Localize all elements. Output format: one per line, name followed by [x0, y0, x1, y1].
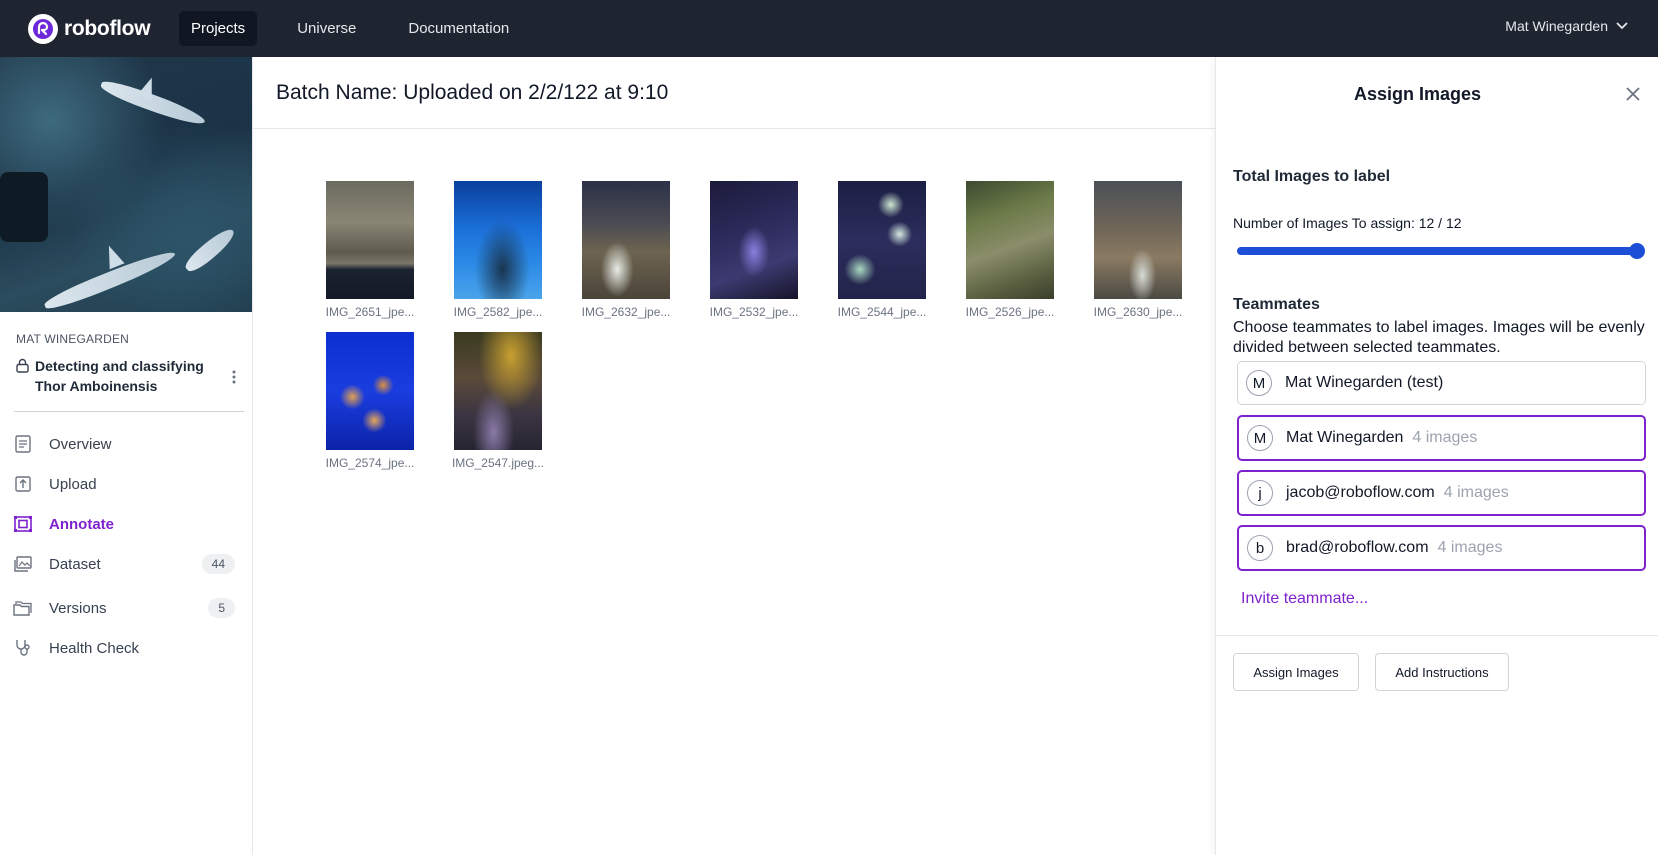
chevron-down-icon — [1616, 22, 1628, 30]
lock-icon — [16, 358, 29, 396]
folders-icon — [13, 598, 33, 618]
teammate-name: Mat Winegarden — [1286, 429, 1404, 446]
document-icon — [13, 434, 33, 454]
teammate-name: Mat Winegarden (test) — [1285, 374, 1444, 391]
teammate-option[interactable]: b brad@roboflow.com 4 images — [1237, 525, 1646, 571]
thumbnail-image — [710, 181, 798, 299]
image-caption: IMG_2547.jpeg... — [451, 456, 545, 470]
invite-teammate-link[interactable]: Invite teammate... — [1241, 590, 1368, 608]
thumbnail-image — [454, 332, 542, 450]
drawer-divider — [1216, 635, 1658, 636]
image-caption: IMG_2651_jpe... — [325, 305, 415, 319]
image-caption: IMG_2630_jpe... — [1093, 305, 1183, 319]
user-menu[interactable]: Mat Winegarden — [1505, 18, 1628, 34]
image-caption: IMG_2532_jpe... — [709, 305, 799, 319]
stethoscope-icon — [13, 638, 33, 658]
thumbnail-image — [454, 181, 542, 299]
image-thumbnail[interactable]: IMG_2544_jpe... — [838, 181, 926, 319]
project-nav: Overview Upload Annotate Dataset 44 Vers… — [0, 424, 252, 668]
image-caption: IMG_2574_jpe... — [325, 456, 415, 470]
nav-documentation[interactable]: Documentation — [396, 11, 521, 46]
teammate-option[interactable]: M Mat Winegarden 4 images — [1237, 415, 1646, 461]
thumbnail-image — [582, 181, 670, 299]
top-navigation-bar: roboflow Projects Universe Documentation… — [0, 0, 1658, 57]
image-thumbnail[interactable]: IMG_2547.jpeg... — [451, 332, 545, 470]
teammate-image-count: 4 images — [1443, 484, 1509, 501]
sidebar-item-health-check[interactable]: Health Check — [0, 628, 252, 668]
project-title-text: Detecting and classifying Thor Amboinens… — [35, 358, 204, 394]
drawer-title: Assign Images — [1353, 84, 1482, 104]
image-thumbnail[interactable]: IMG_2651_jpe... — [326, 181, 414, 319]
batch-main: Batch Name: Uploaded on 2/2/122 at 9:10 … — [253, 57, 1215, 855]
roboflow-logo-icon — [28, 13, 58, 44]
image-thumbnail[interactable]: IMG_2526_jpe... — [966, 181, 1054, 319]
images-icon — [13, 554, 33, 574]
image-thumbnail[interactable]: IMG_2532_jpe... — [710, 181, 798, 319]
sidebar-item-annotate[interactable]: Annotate — [0, 504, 252, 544]
avatar: j — [1247, 480, 1273, 506]
teammate-name: brad@roboflow.com — [1286, 539, 1429, 556]
avatar: M — [1247, 425, 1273, 451]
nav-projects[interactable]: Projects — [179, 11, 258, 46]
slider-handle[interactable] — [1629, 243, 1645, 259]
batch-title: Batch Name: Uploaded on 2/2/122 at 9:10 — [253, 57, 1215, 129]
project-title: Detecting and classifying Thor Amboinens… — [16, 356, 236, 396]
main-nav: Projects Universe Documentation — [179, 11, 549, 46]
image-caption: IMG_2632_jpe... — [581, 305, 671, 319]
teammates-heading: Teammates — [1233, 296, 1320, 313]
project-sidebar: MAT WINEGARDEN Detecting and classifying… — [0, 57, 253, 855]
total-images-label: Total Images to label — [1233, 168, 1391, 185]
image-caption: IMG_2582_jpe... — [453, 305, 543, 319]
avatar: M — [1246, 370, 1272, 396]
teammate-image-count: 4 images — [1437, 539, 1503, 556]
assign-count-label: Number of Images To assign: 12 / 12 — [1233, 215, 1462, 231]
add-instructions-button[interactable]: Add Instructions — [1375, 653, 1509, 691]
sidebar-item-label: Dataset — [49, 555, 101, 573]
sidebar-item-dataset[interactable]: Dataset 44 — [0, 544, 252, 584]
assign-images-drawer: Assign Images Total Images to label Numb… — [1215, 57, 1658, 855]
image-thumbnail[interactable]: IMG_2630_jpe... — [1094, 181, 1182, 319]
sidebar-item-overview[interactable]: Overview — [0, 424, 252, 464]
teammate-name: jacob@roboflow.com — [1286, 484, 1435, 501]
teammate-list: M Mat Winegarden (test) M Mat Winegarden… — [1237, 361, 1646, 580]
image-thumbnail[interactable]: IMG_2632_jpe... — [582, 181, 670, 319]
avatar: b — [1247, 535, 1273, 561]
close-icon[interactable] — [1626, 87, 1640, 106]
user-name: Mat Winegarden — [1505, 18, 1608, 34]
project-cover-image — [0, 57, 252, 312]
sidebar-item-label: Upload — [49, 475, 97, 493]
image-caption: IMG_2526_jpe... — [965, 305, 1055, 319]
sidebar-item-label: Health Check — [49, 639, 140, 657]
logo-text: roboflow — [64, 16, 151, 40]
nav-universe[interactable]: Universe — [285, 11, 368, 46]
more-options-icon[interactable] — [232, 370, 236, 390]
upload-icon — [13, 474, 33, 494]
sidebar-item-upload[interactable]: Upload — [0, 464, 252, 504]
assign-images-button[interactable]: Assign Images — [1233, 653, 1359, 691]
thumbnail-image — [838, 181, 926, 299]
annotate-icon — [13, 514, 33, 534]
thumbnail-image — [326, 332, 414, 450]
image-caption: IMG_2544_jpe... — [837, 305, 927, 319]
image-thumbnail[interactable]: IMG_2574_jpe... — [326, 332, 414, 470]
sidebar-item-label: Annotate — [49, 515, 114, 533]
teammates-description: Choose teammates to label images. Images… — [1233, 319, 1645, 356]
versions-count-badge: 5 — [208, 598, 235, 618]
sidebar-item-label: Overview — [49, 435, 112, 453]
sidebar-divider — [14, 411, 244, 412]
thumbnail-image — [966, 181, 1054, 299]
thumbnail-image — [1094, 181, 1182, 299]
sidebar-item-label: Versions — [49, 599, 107, 617]
teammate-image-count: 4 images — [1412, 429, 1478, 446]
teammate-option[interactable]: j jacob@roboflow.com 4 images — [1237, 470, 1646, 516]
image-grid: IMG_2651_jpe... IMG_2582_jpe... IMG_2632… — [326, 181, 1182, 470]
roboflow-logo[interactable]: roboflow — [28, 13, 170, 44]
project-owner: MAT WINEGARDEN — [16, 332, 130, 346]
teammate-option[interactable]: M Mat Winegarden (test) — [1237, 361, 1646, 405]
dataset-count-badge: 44 — [201, 554, 235, 574]
image-thumbnail[interactable]: IMG_2582_jpe... — [454, 181, 542, 319]
assign-count-slider[interactable] — [1237, 243, 1645, 259]
sidebar-item-versions[interactable]: Versions 5 — [0, 588, 252, 628]
thumbnail-image — [326, 181, 414, 299]
